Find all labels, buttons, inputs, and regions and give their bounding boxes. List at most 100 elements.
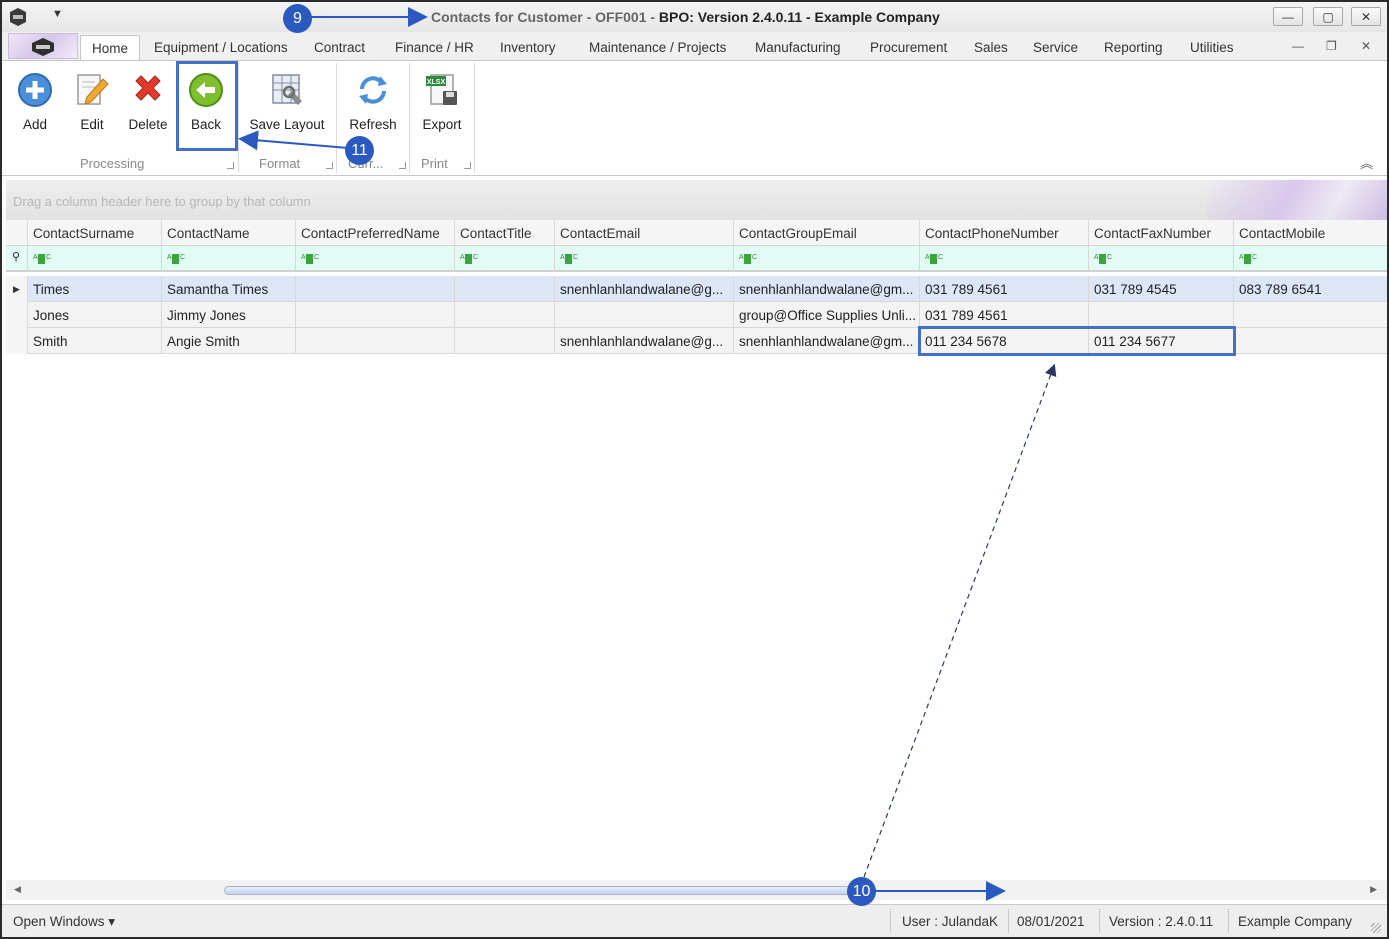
tab-reporting[interactable]: Reporting	[1104, 40, 1163, 55]
tab-sales[interactable]: Sales	[974, 40, 1008, 55]
tab-equipment-locations[interactable]: Equipment / Locations	[154, 40, 288, 55]
add-button[interactable]: Add	[10, 65, 60, 143]
cell-fax[interactable]	[1089, 302, 1234, 328]
cell-mobile[interactable]	[1234, 302, 1387, 328]
cell-mobile[interactable]	[1234, 328, 1387, 354]
tab-service[interactable]: Service	[1033, 40, 1078, 55]
annotation-highlight-back	[176, 61, 238, 151]
filter-cell-group-email[interactable]: AC	[734, 246, 920, 272]
cell-name[interactable]: Samantha Times	[162, 276, 296, 302]
tab-utilities[interactable]: Utilities	[1190, 40, 1234, 55]
window-title: Contacts for Customer - OFF001 - BPO: Ve…	[431, 9, 940, 25]
group-divider	[409, 63, 410, 173]
column-header-contact-surname[interactable]: ContactSurname	[28, 220, 162, 246]
scroll-right-arrow-icon[interactable]: ▶	[1370, 884, 1377, 895]
edit-button[interactable]: Edit	[66, 65, 118, 143]
filter-cell-mobile[interactable]: AC	[1234, 246, 1387, 272]
mdi-minimize-icon[interactable]: —	[1292, 39, 1304, 53]
filter-cell-fax[interactable]: AC	[1089, 246, 1234, 272]
maximize-icon: ▢	[1322, 9, 1334, 24]
format-dialog-launcher-icon[interactable]	[326, 162, 333, 169]
delete-button[interactable]: Delete	[120, 65, 176, 143]
horizontal-scrollbar[interactable]: ◀ ▶	[6, 880, 1387, 900]
column-header-contact-group-email[interactable]: ContactGroupEmail	[734, 220, 920, 246]
column-header-contact-mobile[interactable]: ContactMobile	[1234, 220, 1387, 246]
tab-maintenance-projects[interactable]: Maintenance / Projects	[589, 40, 726, 55]
cell-surname[interactable]: Smith	[28, 328, 162, 354]
column-header-contact-title[interactable]: ContactTitle	[455, 220, 555, 246]
processing-dialog-launcher-icon[interactable]	[227, 162, 234, 169]
cell-preferred-name[interactable]	[296, 328, 455, 354]
cell-name[interactable]: Angie Smith	[162, 328, 296, 354]
tab-procurement[interactable]: Procurement	[870, 40, 947, 55]
group-by-panel[interactable]: Drag a column header here to group by th…	[6, 180, 1387, 220]
table-row[interactable]: Jones Jimmy Jones group@Office Supplies …	[6, 302, 1387, 328]
cell-email[interactable]: snenhlanhlandwalane@g...	[555, 276, 734, 302]
cell-phone[interactable]: 031 789 4561	[920, 276, 1089, 302]
group-divider	[336, 63, 337, 173]
save-layout-button[interactable]: Save Layout	[244, 65, 330, 143]
column-header-contact-preferred-name[interactable]: ContactPreferredName	[296, 220, 455, 246]
print-dialog-launcher-icon[interactable]	[464, 162, 471, 169]
delete-x-icon	[135, 75, 161, 101]
cell-group-email[interactable]: group@Office Supplies Unli...	[734, 302, 920, 328]
cell-title[interactable]	[455, 276, 555, 302]
refresh-button[interactable]: Refresh	[342, 65, 404, 143]
application-menu-button[interactable]	[8, 33, 78, 59]
main-window: ▼ Contacts for Customer - OFF001 - BPO: …	[0, 0, 1389, 939]
scrollbar-thumb[interactable]	[224, 886, 864, 895]
tab-inventory[interactable]: Inventory	[500, 40, 556, 55]
filter-cell-surname[interactable]: AC	[28, 246, 162, 272]
row-indicator-cell	[6, 328, 28, 354]
column-header-contact-phone-number[interactable]: ContactPhoneNumber	[920, 220, 1089, 246]
filter-cell-preferred-name[interactable]: AC	[296, 246, 455, 272]
mdi-restore-icon[interactable]: ❐	[1326, 39, 1337, 53]
app-logo-icon[interactable]	[8, 7, 28, 27]
cell-surname[interactable]: Jones	[28, 302, 162, 328]
scroll-left-arrow-icon[interactable]: ◀	[14, 884, 21, 895]
cell-preferred-name[interactable]	[296, 276, 455, 302]
cell-surname[interactable]: Times	[28, 276, 162, 302]
cell-name[interactable]: Jimmy Jones	[162, 302, 296, 328]
close-button[interactable]: ✕	[1351, 7, 1381, 26]
table-row[interactable]: ▶ Times Samantha Times snenhlanhlandwala…	[6, 276, 1387, 302]
mdi-close-icon[interactable]: ✕	[1361, 39, 1371, 53]
resize-grip-icon[interactable]	[1371, 923, 1381, 933]
column-header-contact-fax-number[interactable]: ContactFaxNumber	[1089, 220, 1234, 246]
maximize-button[interactable]: ▢	[1313, 7, 1343, 26]
cell-email[interactable]: snenhlanhlandwalane@g...	[555, 328, 734, 354]
filter-cell-email[interactable]: AC	[555, 246, 734, 272]
filter-cell-name[interactable]: AC	[162, 246, 296, 272]
cell-email[interactable]	[555, 302, 734, 328]
filter-pin-icon[interactable]: ⚲	[6, 246, 28, 272]
cell-preferred-name[interactable]	[296, 302, 455, 328]
tab-home[interactable]: Home	[80, 35, 141, 62]
filter-cell-title[interactable]: AC	[455, 246, 555, 272]
group-label-format: Format	[259, 156, 301, 171]
current-dialog-launcher-icon[interactable]	[399, 162, 406, 169]
abc-filter-icon: AC	[925, 254, 943, 264]
quick-access-dropdown-icon[interactable]: ▼	[52, 8, 63, 20]
tab-finance-hr[interactable]: Finance / HR	[395, 40, 474, 55]
export-button[interactable]: XLSX Export	[414, 65, 470, 143]
open-windows-menu[interactable]: Open Windows ▾	[13, 914, 115, 930]
edit-label: Edit	[80, 117, 104, 132]
cell-group-email[interactable]: snenhlanhlandwalane@gm...	[734, 276, 920, 302]
tab-contract[interactable]: Contract	[314, 40, 365, 55]
cell-mobile[interactable]: 083 789 6541	[1234, 276, 1387, 302]
cell-title[interactable]	[455, 302, 555, 328]
annotation-highlight-phone-fax	[918, 326, 1236, 356]
column-header-contact-email[interactable]: ContactEmail	[555, 220, 734, 246]
decorative-swoosh	[1207, 180, 1387, 220]
collapse-ribbon-chevron-icon[interactable]: ︽	[1360, 153, 1373, 172]
ribbon-tab-bar: Home Equipment / Locations Contract Fina…	[2, 32, 1387, 62]
cell-phone[interactable]: 031 789 4561	[920, 302, 1089, 328]
minimize-button[interactable]: —	[1273, 7, 1303, 26]
cell-group-email[interactable]: snenhlanhlandwalane@gm...	[734, 328, 920, 354]
cell-fax[interactable]: 031 789 4545	[1089, 276, 1234, 302]
tab-manufacturing[interactable]: Manufacturing	[755, 40, 841, 55]
edit-pencil-icon	[77, 74, 109, 105]
cell-title[interactable]	[455, 328, 555, 354]
filter-cell-phone[interactable]: AC	[920, 246, 1089, 272]
column-header-contact-name[interactable]: ContactName	[162, 220, 296, 246]
